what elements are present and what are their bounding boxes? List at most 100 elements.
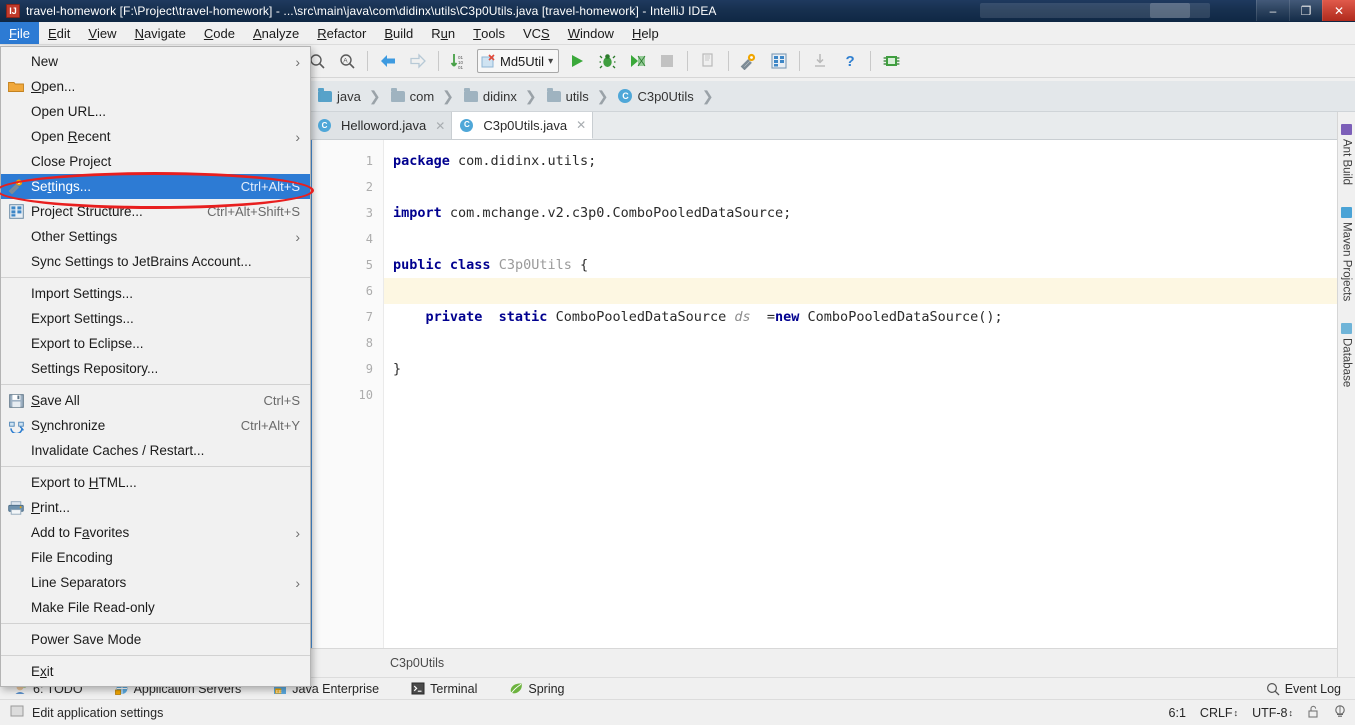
event-log-button[interactable]: Event Log bbox=[1266, 682, 1341, 696]
maximize-button[interactable]: ❐ bbox=[1289, 0, 1322, 21]
tool-window-label: Terminal bbox=[430, 681, 478, 696]
code-token: } bbox=[393, 361, 402, 377]
menu-root-tools[interactable]: Tools bbox=[464, 22, 514, 44]
back-arrow-icon[interactable] bbox=[373, 47, 403, 75]
run-coverage-icon[interactable] bbox=[622, 47, 652, 75]
menu-root-edit[interactable]: Edit bbox=[39, 22, 79, 44]
menu-item-label: Power Save Mode bbox=[31, 632, 142, 647]
menu-root-help[interactable]: Help bbox=[623, 22, 668, 44]
search-everywhere-icon[interactable]: A bbox=[332, 47, 362, 75]
run-icon[interactable] bbox=[562, 47, 592, 75]
right-tool-window-tab-maven-projects[interactable]: Maven Projects bbox=[1340, 203, 1354, 305]
toolbar-separator bbox=[438, 51, 439, 71]
menu-item-exit[interactable]: Exit bbox=[1, 659, 310, 684]
menu-item-settings-repository[interactable]: Settings Repository... bbox=[1, 356, 310, 381]
menu-item-sync-settings-to-jetbrains-account[interactable]: Sync Settings to JetBrains Account... bbox=[1, 249, 310, 274]
menu-root-code[interactable]: Code bbox=[195, 22, 244, 44]
forward-arrow-icon[interactable] bbox=[403, 47, 433, 75]
menu-item-make-file-read-only[interactable]: Make File Read-only bbox=[1, 595, 310, 620]
editor-tab-label: C3p0Utils.java bbox=[483, 117, 568, 133]
editor-tab-helloword-java[interactable]: C Helloword.java ✕ bbox=[310, 112, 453, 139]
menu-item-settings[interactable]: Settings... Ctrl+Alt+S bbox=[1, 174, 310, 199]
menu-item-close-project[interactable]: Close Project bbox=[1, 149, 310, 174]
menu-item-export-to-html[interactable]: Export to HTML... bbox=[1, 470, 310, 495]
menu-item-file-encoding[interactable]: File Encoding bbox=[1, 545, 310, 570]
line-separator-value: CRLF bbox=[1199, 705, 1233, 720]
close-icon[interactable]: ✕ bbox=[435, 119, 445, 133]
menu-root-window[interactable]: Window bbox=[559, 22, 623, 44]
menu-root-view[interactable]: View bbox=[79, 22, 125, 44]
run-configuration-selector[interactable]: Md5Util ▾ bbox=[477, 49, 560, 73]
menu-item-shortcut: Ctrl+Alt+Y bbox=[240, 418, 300, 433]
line-number: 6 bbox=[365, 284, 373, 298]
menu-item-project-structure[interactable]: Project Structure... Ctrl+Alt+Shift+S bbox=[1, 199, 310, 224]
menu-root-vcs[interactable]: VC S bbox=[514, 22, 559, 44]
close-icon[interactable]: ✕ bbox=[576, 118, 586, 132]
menu-item-invalidate-caches-restart[interactable]: Invalidate Caches / Restart... bbox=[1, 438, 310, 463]
right-tool-window-tab-database[interactable]: Database bbox=[1340, 319, 1354, 391]
close-button[interactable]: ✕ bbox=[1322, 0, 1355, 21]
status-bar-right: 6:1 CRLF ↕ UTF-8 ↕ bbox=[1169, 704, 1347, 721]
breadcrumb-item-java[interactable]: java bbox=[310, 81, 363, 112]
menu-item-print[interactable]: Print... bbox=[1, 495, 310, 520]
breadcrumb-label: C3p0Utils bbox=[637, 88, 694, 104]
breadcrumb-item-com[interactable]: com bbox=[383, 81, 437, 112]
encoding-selector[interactable]: UTF-8 ↕ bbox=[1252, 706, 1293, 720]
line-number: 2 bbox=[365, 180, 373, 194]
tool-window-button-terminal[interactable]: Terminal bbox=[411, 682, 495, 696]
current-class-label: C3p0Utils bbox=[390, 656, 445, 670]
menu-item-export-settings[interactable]: Export Settings... bbox=[1, 306, 310, 331]
unlocked-icon[interactable] bbox=[1307, 705, 1319, 721]
code-line bbox=[385, 278, 1337, 304]
class-icon: C bbox=[318, 119, 331, 132]
menu-item-label: Make File Read-only bbox=[31, 600, 155, 615]
menu-root-build[interactable]: Build bbox=[375, 22, 422, 44]
project-structure-icon[interactable] bbox=[764, 47, 794, 75]
menu-item-line-separators[interactable]: Line Separators › bbox=[1, 570, 310, 595]
terminal-icon bbox=[411, 682, 425, 695]
code-editor[interactable]: 1 2 3 4 5 6 7 8 9 10 package com.didinx.utils; im… bbox=[310, 140, 1337, 648]
menu-item-label: Print... bbox=[31, 500, 71, 515]
sort-icon[interactable]: 01 10 01 bbox=[444, 47, 474, 75]
menu-root-navigate[interactable]: Navigate bbox=[126, 22, 195, 44]
menu-item-new[interactable]: New › bbox=[1, 49, 310, 74]
menu-item-open[interactable]: Open... bbox=[1, 74, 310, 99]
menu-root-file[interactable]: File bbox=[0, 22, 39, 44]
line-separator-selector[interactable]: CRLF ↕ bbox=[1200, 706, 1238, 720]
code-content[interactable]: package com.didinx.utils; import com.mch… bbox=[385, 140, 1337, 648]
menu-item-import-settings[interactable]: Import Settings... bbox=[1, 281, 310, 306]
minimize-button[interactable]: – bbox=[1256, 0, 1289, 21]
caret-position[interactable]: 6:1 bbox=[1169, 706, 1186, 720]
file-menu-popup[interactable]: New › Open... Open URL... Open Recent › Close … bbox=[0, 46, 311, 687]
menu-item-synchronize[interactable]: Synchronize Ctrl+Alt+Y bbox=[1, 413, 310, 438]
menu-root-run[interactable]: Run bbox=[422, 22, 464, 44]
line-number: 1 bbox=[365, 154, 373, 168]
debug-icon[interactable] bbox=[592, 47, 622, 75]
breadcrumb-item-c3p0utils[interactable]: C C3p0Utils bbox=[610, 81, 695, 112]
printer-icon bbox=[7, 500, 25, 516]
inspections-icon[interactable] bbox=[1333, 704, 1347, 721]
class-icon: C bbox=[618, 89, 633, 103]
menu-item-export-to-eclipse[interactable]: Export to Eclipse... bbox=[1, 331, 310, 356]
menu-item-shortcut: Ctrl+Alt+Shift+S bbox=[207, 204, 300, 219]
menu-root-refactor[interactable]: Refactor bbox=[308, 22, 375, 44]
menu-root-analyze[interactable]: Analyze bbox=[244, 22, 308, 44]
stop-icon bbox=[652, 47, 682, 75]
tool-window-button-spring[interactable]: Spring bbox=[509, 682, 582, 696]
menu-item-open-recent[interactable]: Open Recent › bbox=[1, 124, 310, 149]
breadcrumb-label: com bbox=[409, 88, 435, 104]
editor-tab-c3p0utils-java[interactable]: C C3p0Utils.java ✕ bbox=[452, 112, 594, 139]
menu-item-add-to-favorites[interactable]: Add to Favorites › bbox=[1, 520, 310, 545]
breadcrumb-item-utils[interactable]: utils bbox=[539, 81, 591, 112]
menu-item-open-url[interactable]: Open URL... bbox=[1, 99, 310, 124]
settings-wrench-icon[interactable] bbox=[734, 47, 764, 75]
menu-item-other-settings[interactable]: Other Settings › bbox=[1, 224, 310, 249]
right-tool-window-tab-ant-build[interactable]: Ant Build bbox=[1340, 120, 1354, 189]
menu-item-save-all[interactable]: Save All Ctrl+S bbox=[1, 388, 310, 413]
menu-item-power-save-mode[interactable]: Power Save Mode bbox=[1, 627, 310, 652]
right-tool-window-label: Ant Build bbox=[1340, 139, 1353, 186]
breadcrumb-item-didinx[interactable]: didinx bbox=[456, 81, 519, 112]
help-icon[interactable]: ? bbox=[835, 47, 865, 75]
sdk-icon[interactable] bbox=[876, 47, 906, 75]
